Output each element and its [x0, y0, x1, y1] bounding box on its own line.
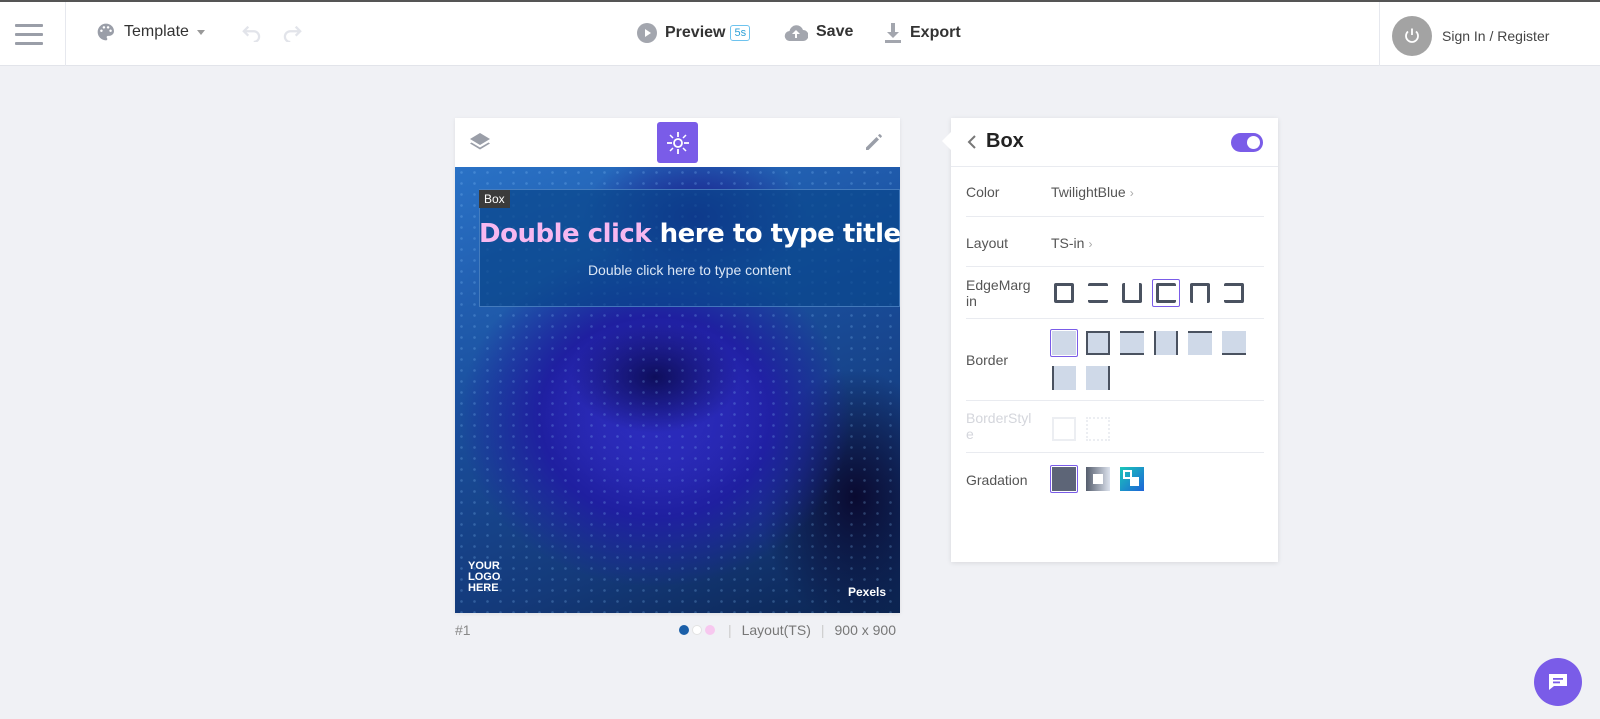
layout-label: Layout: [966, 235, 1009, 251]
layout-row: Layout TS-in ›: [966, 217, 1264, 267]
gradation-linear-swatch[interactable]: [1084, 465, 1112, 493]
box-toggle[interactable]: [1231, 133, 1263, 152]
sign-in-label: Sign In / Register: [1442, 28, 1550, 44]
divider: [1379, 2, 1380, 66]
border-top-swatch[interactable]: [1186, 329, 1214, 357]
canvas-card: Box Double click here to type title text…: [455, 118, 900, 613]
chevron-right-icon: ›: [1129, 186, 1134, 200]
edge-left-icon[interactable]: [1220, 279, 1248, 307]
menu-icon[interactable]: [15, 24, 43, 46]
template-label: Template: [124, 23, 189, 40]
layout-value[interactable]: TS-in ›: [1051, 235, 1092, 251]
crosshair-icon: [666, 131, 689, 154]
border-label: Border: [966, 352, 1009, 368]
separator: |: [727, 622, 732, 638]
export-label: Export: [910, 24, 961, 41]
layers-icon[interactable]: [469, 131, 491, 153]
borderstyle-row: BorderStyle: [966, 401, 1264, 453]
borderstyle-dotted-swatch: [1084, 415, 1112, 443]
border-left-right-swatch[interactable]: [1152, 329, 1180, 357]
gradation-solid-swatch[interactable]: [1050, 465, 1078, 493]
logo-placeholder[interactable]: YOUR LOGO HERE: [468, 561, 500, 594]
sign-in-button[interactable]: Sign In / Register: [1392, 16, 1549, 56]
edge-right-icon[interactable]: [1152, 279, 1180, 307]
chat-button[interactable]: [1534, 658, 1582, 706]
content-text[interactable]: Double click here to type content: [479, 262, 900, 278]
layout-label[interactable]: Layout(TS): [742, 622, 811, 638]
color-value[interactable]: TwilightBlue ›: [1051, 184, 1134, 200]
preview-button[interactable]: Preview 5s: [637, 23, 751, 43]
template-dropdown[interactable]: Template: [96, 22, 205, 42]
top-bar: Template Preview 5s Save Export Sign In …: [0, 0, 1600, 66]
canvas-toolbar: [455, 118, 900, 167]
redo-icon[interactable]: [282, 24, 304, 42]
design-canvas[interactable]: Box Double click here to type title text…: [455, 167, 900, 613]
border-none-swatch[interactable]: [1050, 329, 1078, 357]
preview-label: Preview: [665, 24, 726, 41]
download-icon: [885, 23, 901, 43]
palette-icon: [97, 23, 114, 41]
color-value-text: TwilightBlue: [1051, 184, 1126, 200]
panel-header: Box: [951, 118, 1278, 167]
pencil-icon[interactable]: [864, 132, 884, 152]
caret-down-icon: [196, 29, 205, 35]
border-right-swatch[interactable]: [1084, 364, 1112, 392]
layout-value-text: TS-in: [1051, 235, 1085, 251]
palette-dot[interactable]: [704, 625, 715, 635]
gradation-label: Gradation: [966, 472, 1028, 488]
border-bottom-swatch[interactable]: [1220, 329, 1248, 357]
preview-duration-badge: 5s: [730, 25, 751, 41]
borderstyle-solid-swatch: [1050, 415, 1078, 443]
palette-dot[interactable]: [691, 625, 702, 635]
gradation-multi-swatch[interactable]: [1118, 465, 1146, 493]
box-tag: Box: [479, 190, 510, 208]
image-credit: Pexels: [848, 585, 887, 599]
chevron-left-icon[interactable]: [967, 134, 977, 150]
separator: |: [820, 622, 825, 638]
border-left-swatch[interactable]: [1050, 364, 1078, 392]
export-button[interactable]: Export: [884, 23, 961, 43]
title-highlight: Double click: [479, 219, 652, 249]
chat-icon: [1549, 674, 1567, 690]
title-text[interactable]: Double click here to type title text: [479, 219, 900, 249]
edgemargin-row: EdgeMargin: [966, 267, 1264, 319]
title-rest: here to type title text: [659, 219, 900, 249]
edge-bottom-icon[interactable]: [1186, 279, 1214, 307]
border-all-swatch[interactable]: [1084, 329, 1112, 357]
border-row: Border: [966, 319, 1264, 401]
logo-line: HERE: [468, 582, 499, 594]
page-number: #1: [455, 622, 471, 638]
divider: [65, 2, 66, 66]
cloud-upload-icon: [784, 25, 808, 41]
play-icon: [637, 23, 657, 43]
edge-full-icon[interactable]: [1050, 279, 1078, 307]
color-row: Color TwilightBlue ›: [966, 167, 1264, 217]
gradation-row: Gradation: [966, 453, 1264, 505]
save-label: Save: [816, 23, 854, 40]
color-label: Color: [966, 184, 1000, 200]
power-icon: [1392, 16, 1432, 56]
undo-icon[interactable]: [240, 24, 262, 42]
panel-title: Box: [986, 130, 1024, 152]
box-settings-panel: Box Color TwilightBlue › Layout TS-in › Ed…: [942, 118, 1278, 562]
save-button[interactable]: Save: [784, 23, 853, 41]
size-label: 900 x 900: [834, 622, 897, 638]
chevron-right-icon: ›: [1088, 237, 1093, 251]
edgemargin-label: EdgeMargin: [966, 277, 1031, 309]
borderstyle-label: BorderStyle: [966, 410, 1032, 442]
palette-dot[interactable]: [678, 625, 689, 635]
edge-horizontal-icon[interactable]: [1084, 279, 1112, 307]
border-top-bottom-swatch[interactable]: [1118, 329, 1146, 357]
canvas-info: | Layout(TS) | 900 x 900: [678, 622, 897, 638]
edge-top-icon[interactable]: [1118, 279, 1146, 307]
position-button[interactable]: [657, 122, 698, 163]
